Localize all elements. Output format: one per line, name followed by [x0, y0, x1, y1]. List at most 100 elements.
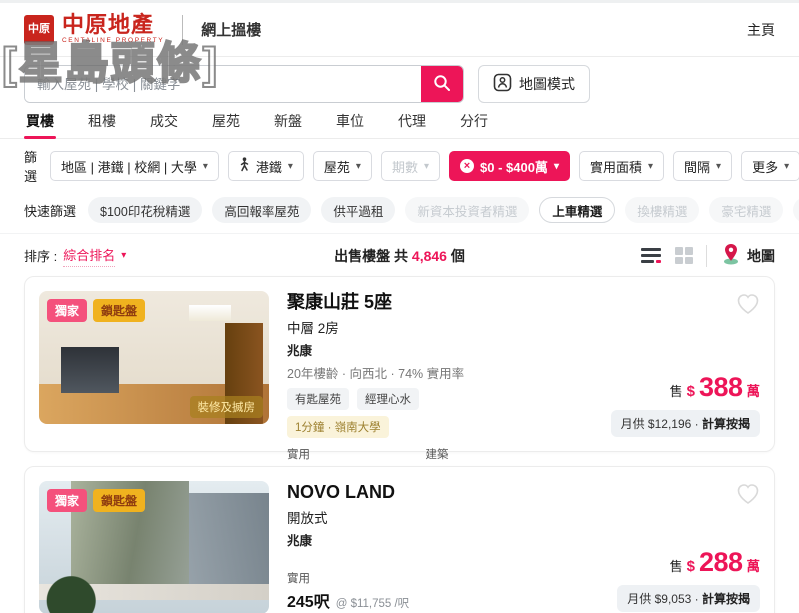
tag-row: 有匙屋苑 經理心水 [287, 387, 564, 410]
filter-layout-dropdown[interactable]: 間隔 ▾ [673, 151, 733, 181]
exclusive-badge: 獨家 [47, 299, 88, 322]
listing-title[interactable]: NOVO LAND [287, 481, 564, 504]
logo-cn: 中原地產 [62, 12, 155, 38]
chip-high-yield[interactable]: 高回報率屋苑 [212, 197, 312, 223]
filter-bar: 篩選 地區 | 港鐵 | 校網 | 大學 ▾ 港鐵 ▾ 屋苑 ▾ 期數 ▾ × … [0, 139, 799, 193]
mortgage-text: 月供 $9,053 · [627, 592, 699, 606]
tab-rent[interactable]: 租樓 [86, 109, 118, 138]
chip-first-home[interactable]: 上車精選 [539, 197, 616, 223]
listing-photo[interactable]: 獨家 鎖匙盤 裝修及搣房 [39, 291, 269, 424]
result-count: 出售樓盤 共 4,846 個 [244, 246, 555, 266]
search-button[interactable] [421, 66, 463, 102]
currency: $ [686, 558, 695, 575]
map-view-button[interactable]: 地圖 [721, 243, 775, 268]
mortgage-calc-link[interactable]: 計算按揭 [702, 417, 750, 431]
uni-tag-row: 1分鐘 · 嶺南大學 [287, 415, 564, 438]
listing-title[interactable]: 聚康山莊 5座 [287, 291, 564, 314]
tab-transactions[interactable]: 成交 [148, 109, 180, 138]
key-available-badge: 鎖匙盤 [93, 489, 146, 512]
listing-card[interactable]: 獨家 鎖匙盤 NOVO LAND 開放式 兆康 實用 245呎 @ $11,755… [24, 466, 775, 613]
sort-control: 排序 : 綜合排名 ▾ [24, 245, 244, 267]
area-rate: @ $11,755 /呎 [335, 598, 410, 610]
area-label: 建築 [425, 448, 449, 461]
filter-mtr-dropdown[interactable]: 港鐵 ▾ [227, 151, 304, 181]
key-available-badge: 鎖匙盤 [93, 299, 146, 322]
filter-mtr-label: 港鐵 [255, 159, 282, 175]
chevron-down-icon: ▾ [647, 160, 654, 172]
logo[interactable]: 中原 中原地產 CENTALINE PROPERTY 網上搵樓 [24, 14, 261, 45]
tab-branches[interactable]: 分行 [458, 109, 490, 138]
main-nav-tabs: 買樓 租樓 成交 屋苑 新盤 車位 代理 分行 [0, 109, 799, 139]
price-value: 388 [698, 372, 743, 402]
mortgage-text: 月供 $12,196 · [620, 417, 699, 431]
price-line: 售 $ 288 萬 [670, 547, 760, 578]
filter-region-dropdown[interactable]: 地區 | 港鐵 | 校網 | 大學 ▾ [50, 151, 219, 181]
tab-carpark[interactable]: 車位 [334, 109, 366, 138]
map-mode-icon [493, 73, 512, 95]
centaline-seal-icon: 中原 [24, 14, 54, 45]
chip-upgrader: 換樓精選 [625, 197, 700, 223]
listing-card[interactable]: 獨家 鎖匙盤 裝修及搣房 聚康山莊 5座 中層 2房 兆康 20年樓齡 · 向西… [24, 276, 775, 487]
listing-tag: 經理心水 [357, 387, 419, 410]
map-mode-button[interactable]: 地圖模式 [478, 65, 590, 103]
home-link[interactable]: 主頁 [747, 20, 775, 40]
filter-estate-dropdown[interactable]: 屋苑 ▾ [312, 151, 372, 181]
filter-price-label: $0 - $400萬 [480, 159, 548, 175]
area-label: 實用 [287, 448, 310, 461]
divider [706, 244, 707, 267]
filter-price-dropdown[interactable]: × $0 - $400萬 ▾ [449, 151, 570, 181]
listing-tag: 有匙屋苑 [287, 387, 349, 410]
favorite-heart-icon[interactable] [736, 293, 760, 320]
result-suffix: 個 [450, 247, 465, 264]
tab-new-homes[interactable]: 新盤 [272, 109, 304, 138]
grid-view-icon[interactable] [675, 247, 693, 264]
tab-buy[interactable]: 買樓 [24, 109, 56, 139]
currency: $ [686, 383, 695, 400]
favorite-heart-icon[interactable] [736, 483, 760, 510]
chip-cheaper-than-rent[interactable]: 供平過租 [321, 197, 396, 223]
mortgage-calc-link[interactable]: 計算按揭 [702, 592, 750, 606]
sort-label: 排序 : [24, 249, 58, 264]
chip-stamp-duty[interactable]: $100印花稅精選 [88, 197, 203, 223]
mortgage-pill[interactable]: 月供 $12,196 · 計算按揭 [610, 410, 760, 437]
listing-photo[interactable]: 獨家 鎖匙盤 [39, 481, 269, 613]
map-view-label: 地圖 [747, 247, 775, 264]
search-row: 地圖模式 [0, 57, 799, 109]
sort-selected[interactable]: 綜合排名 [63, 245, 116, 267]
result-number: 4,846 [411, 247, 447, 264]
chevron-down-icon: ▾ [423, 160, 429, 172]
search-box [24, 65, 464, 103]
listing-right: 售 $ 388 萬 月供 $12,196 · 計算按揭 [582, 291, 760, 437]
site-header: 中原 中原地產 CENTALINE PROPERTY 網上搵樓 主頁 [星島頭條… [0, 3, 799, 89]
mortgage-pill[interactable]: 月供 $9,053 · 計算按揭 [617, 585, 760, 612]
map-mode-label: 地圖模式 [519, 76, 575, 92]
quick-filter-label: 快速篩選 [24, 203, 77, 219]
filter-area-dropdown[interactable]: 實用面積 ▾ [578, 151, 665, 181]
search-input[interactable] [25, 66, 421, 102]
tab-agents[interactable]: 代理 [396, 109, 428, 138]
clear-price-icon[interactable]: × [460, 159, 474, 173]
logo-en: CENTALINE PROPERTY [62, 37, 165, 45]
chevron-down-icon: ▾ [553, 160, 559, 172]
search-icon [433, 74, 451, 95]
filter-label: 篩選 [24, 150, 38, 184]
badge-row: 獨家 鎖匙盤 [47, 299, 146, 322]
logo-text: 中原地產 CENTALINE PROPERTY [62, 14, 164, 45]
result-prefix: 出售樓盤 共 [334, 247, 409, 264]
university-tag: 1分鐘 · 嶺南大學 [287, 415, 389, 438]
chevron-down-icon: ▾ [716, 160, 722, 172]
filter-region-label: 地區 | 港鐵 | 校網 | 大學 [61, 159, 197, 175]
listing-meta: 20年樓齡 · 向西北 · 74% 實用率 [287, 366, 465, 381]
list-view-icon[interactable] [641, 247, 661, 264]
tab-estates[interactable]: 屋苑 [210, 109, 242, 138]
filter-phase-dropdown: 期數 ▾ [380, 151, 440, 181]
chevron-down-icon[interactable]: ▾ [121, 250, 126, 261]
sell-label: 售 [669, 559, 683, 574]
filter-layout-label: 間隔 [684, 159, 711, 175]
listing-body: NOVO LAND 開放式 兆康 實用 245呎 @ $11,755 /呎 [287, 481, 564, 612]
logo-divider [182, 14, 184, 45]
chevron-down-icon: ▾ [202, 160, 208, 172]
filter-more-dropdown[interactable]: 更多 ▾ [741, 151, 799, 181]
filter-more-label: 更多 [752, 159, 779, 175]
price-unit: 萬 [746, 384, 761, 399]
